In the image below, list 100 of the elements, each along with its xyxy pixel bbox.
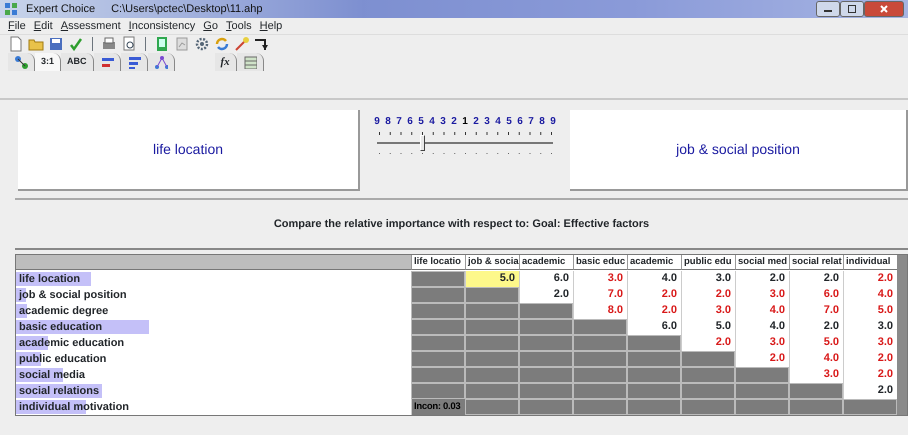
model-icon (14, 55, 28, 69)
menu-item[interactable]: Edit (34, 18, 53, 34)
matrix-cell[interactable]: 4.0 (627, 271, 681, 287)
blank-cell (411, 287, 465, 303)
matrix-cell[interactable]: 5.0 (465, 271, 519, 287)
matrix-cell[interactable]: 2.0 (789, 271, 843, 287)
table-icon (242, 55, 257, 69)
blank-cell (573, 351, 627, 367)
menu-item[interactable]: Assessment (60, 18, 121, 34)
tab[interactable] (94, 53, 121, 71)
matrix-cell[interactable]: 4.0 (843, 287, 897, 303)
matrix-cell[interactable]: 4.0 (735, 319, 789, 335)
matrix-cell[interactable]: 2.0 (627, 287, 681, 303)
element-name: life location (152, 140, 224, 159)
menu-item[interactable]: Help (260, 18, 282, 34)
scale-number: 6 (406, 115, 414, 129)
document-icon[interactable] (154, 36, 170, 52)
matrix-cell[interactable]: 2.0 (681, 287, 735, 303)
column-header: academic (519, 255, 573, 270)
menu-item[interactable]: File (8, 18, 26, 34)
matrix-cell[interactable]: 3.0 (843, 335, 897, 351)
blank-cell (519, 303, 573, 319)
print-icon[interactable] (101, 36, 117, 52)
blank-cell (411, 319, 465, 335)
matrix-cell[interactable]: 3.0 (735, 287, 789, 303)
blank-cell (519, 351, 573, 367)
matrix-cell[interactable]: 2.0 (735, 271, 789, 287)
blank-cell (465, 287, 519, 303)
save-icon[interactable] (48, 36, 64, 52)
scale-number: 7 (527, 115, 535, 129)
matrix-cell[interactable]: 3.0 (681, 271, 735, 287)
blank-cell (573, 335, 627, 351)
matrix-cell[interactable]: 5.0 (681, 319, 735, 335)
matrix-cell[interactable]: 7.0 (789, 303, 843, 319)
menu-item[interactable]: Tools (226, 18, 252, 34)
column-header: social med (735, 255, 789, 270)
blank-cell (465, 351, 519, 367)
new-file-icon[interactable] (8, 36, 24, 52)
matrix-cell[interactable]: 2.0 (627, 303, 681, 319)
scale-number: 5 (505, 115, 513, 129)
pointer-arrow-icon[interactable] (254, 36, 270, 52)
matrix-cell[interactable]: 3.0 (573, 271, 627, 287)
close-button[interactable] (864, 1, 904, 17)
matrix-cell[interactable]: 7.0 (573, 287, 627, 303)
blank-cell (735, 383, 789, 399)
matrix-cell[interactable]: 3.0 (681, 303, 735, 319)
blank-cell (735, 367, 789, 383)
preview-icon[interactable] (121, 36, 137, 52)
minimize-button[interactable] (816, 1, 840, 17)
window-title: Expert Choice (26, 2, 96, 17)
blank-cell (519, 383, 573, 399)
wand-icon[interactable] (234, 36, 250, 52)
blank-cell (411, 335, 465, 351)
refresh-icon[interactable] (214, 36, 230, 52)
blank-cell (519, 367, 573, 383)
tab[interactable] (120, 53, 148, 71)
blank-cell (681, 351, 735, 367)
blank-cell (573, 319, 627, 335)
scale-number: 5 (417, 115, 425, 129)
tab[interactable] (148, 53, 175, 71)
matrix-cell[interactable]: 2.0 (843, 367, 897, 383)
tab[interactable] (236, 53, 264, 71)
menu-item[interactable]: Go (203, 18, 218, 34)
scale-number: 4 (494, 115, 502, 129)
blank-cell (681, 367, 735, 383)
scale-number: 1 (461, 115, 469, 129)
blank-cell (411, 303, 465, 319)
blank-cell (465, 367, 519, 383)
tab[interactable] (8, 53, 35, 71)
column-header: life locatio (411, 255, 465, 270)
tree-icon (154, 55, 168, 69)
blank-cell (465, 319, 519, 335)
inconsistency-value: Incon: 0.03 (411, 399, 465, 415)
scale-number: 6 (516, 115, 524, 129)
matrix-cell[interactable]: 2.0 (843, 351, 897, 367)
matrix-cell[interactable]: 3.0 (735, 335, 789, 351)
scale-number: 7 (395, 115, 403, 129)
tab[interactable]: fx (214, 53, 237, 71)
tab[interactable]: ABC (61, 53, 94, 71)
scale-number: 2 (472, 115, 480, 129)
menu-item[interactable]: Inconsistency (128, 18, 196, 34)
blank-cell (411, 271, 465, 287)
matrix-cell[interactable]: 5.0 (789, 335, 843, 351)
blank-cell (681, 383, 735, 399)
scale-number: 4 (428, 115, 436, 129)
column-header: job & socia (465, 255, 519, 270)
blank-cell (465, 383, 519, 399)
maximize-button[interactable] (840, 1, 864, 17)
gear-icon[interactable] (194, 36, 210, 52)
blank-cell (411, 367, 465, 383)
matrix-cell[interactable]: 2.0 (789, 319, 843, 335)
tab[interactable]: 3:1 (35, 53, 62, 71)
matrix-cell[interactable]: 4.0 (735, 303, 789, 319)
matrix-cell[interactable]: 5.0 (843, 303, 897, 319)
slider-thumb[interactable] (420, 135, 425, 151)
matrix-cell[interactable]: 3.0 (843, 319, 897, 335)
matrix-cell[interactable]: 2.0 (843, 271, 897, 287)
matrix-cell[interactable]: 4.0 (789, 351, 843, 367)
matrix-cell[interactable]: 6.0 (519, 271, 573, 287)
matrix-cell[interactable]: 6.0 (789, 287, 843, 303)
